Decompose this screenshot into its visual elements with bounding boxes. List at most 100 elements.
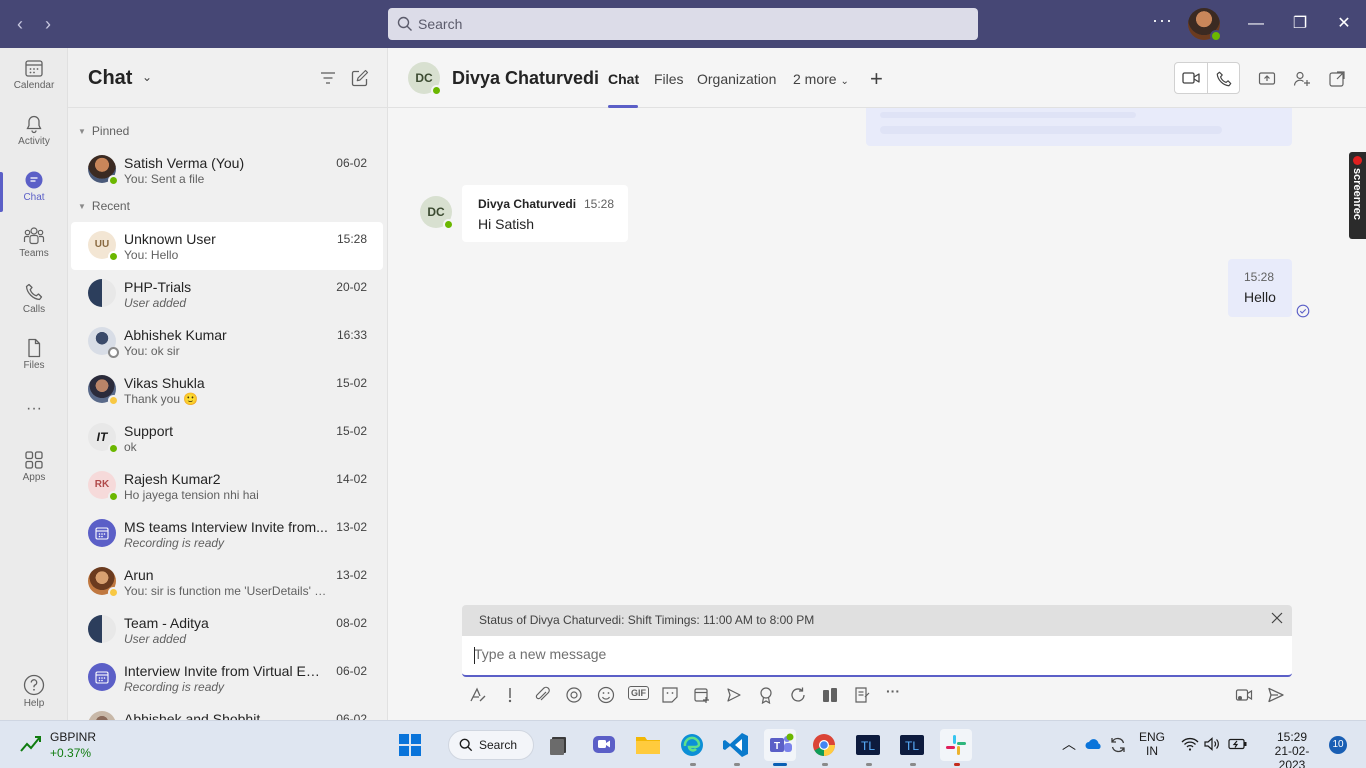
- loop-icon[interactable]: [565, 686, 583, 704]
- rail-teams[interactable]: Teams: [0, 226, 68, 278]
- incoming-message[interactable]: Divya Chaturvedi 15:28 Hi Satish: [462, 185, 628, 242]
- message-input[interactable]: [474, 646, 1274, 662]
- rail-calendar[interactable]: Calendar: [0, 58, 68, 110]
- avatar[interactable]: DC: [420, 196, 454, 230]
- attach-icon[interactable]: [533, 686, 551, 704]
- taskbar-app-edge[interactable]: [676, 729, 708, 761]
- onedrive-icon[interactable]: [1085, 737, 1103, 751]
- stock-ticker[interactable]: GBPINR: [50, 730, 96, 744]
- edge-icon: [681, 734, 703, 756]
- rail-files[interactable]: Files: [0, 338, 68, 390]
- gif-button[interactable]: GIF: [628, 686, 649, 700]
- taskbar-app-teams[interactable]: T: [764, 729, 796, 761]
- recent-section-label[interactable]: ▼ Recent: [78, 199, 130, 213]
- search-icon: [459, 738, 473, 752]
- chat-item[interactable]: Satish Verma (You) You: Sent a file 06-0…: [71, 146, 383, 194]
- message-time: 15:28: [1244, 270, 1275, 284]
- chat-item[interactable]: IT Support ok 15-02: [71, 414, 383, 462]
- minimize-button[interactable]: —: [1244, 12, 1268, 36]
- share-screen-icon[interactable]: [1258, 70, 1276, 88]
- rail-activity[interactable]: Activity: [0, 114, 68, 166]
- chat-item[interactable]: PHP-Trials User added 20-02: [71, 270, 383, 318]
- chat-item[interactable]: RK Rajesh Kumar2 Ho jayega tension nhi h…: [71, 462, 383, 510]
- volume-icon[interactable]: [1204, 737, 1220, 751]
- filter-icon[interactable]: [318, 68, 338, 88]
- chat-icon: [25, 171, 43, 189]
- notification-badge[interactable]: 10: [1329, 736, 1347, 754]
- message-text: Hello: [1244, 289, 1276, 305]
- taskbar-app-terminal-1[interactable]: TL: [852, 729, 884, 761]
- rail-chat[interactable]: Chat: [0, 170, 68, 222]
- chat-item[interactable]: Arun You: sir is function me 'UserDetail…: [71, 558, 383, 606]
- chat-item[interactable]: Abhishek Kumar You: ok sir 16:33: [71, 318, 383, 366]
- chat-preview: Recording is ready: [124, 680, 225, 694]
- chat-item[interactable]: UU Unknown User You: Hello 15:28: [71, 222, 383, 270]
- wifi-icon[interactable]: [1181, 737, 1199, 751]
- profile-avatar[interactable]: [1188, 8, 1222, 42]
- more-options-button[interactable]: ···: [1152, 10, 1173, 31]
- more-apps-button[interactable]: ···: [0, 400, 68, 424]
- approvals-icon[interactable]: [821, 686, 839, 704]
- close-icon[interactable]: [1270, 611, 1284, 625]
- chat-item[interactable]: Team - Aditya User added 08-02: [71, 606, 383, 654]
- contact-name[interactable]: Divya Chaturvedi: [452, 68, 599, 89]
- more-tools-button[interactable]: ···: [886, 683, 900, 699]
- chat-item[interactable]: Interview Invite from Virtual Em... Reco…: [71, 654, 383, 702]
- stream-icon[interactable]: [725, 686, 743, 704]
- format-icon[interactable]: [469, 686, 487, 704]
- tab-more[interactable]: 2 more ⌄: [793, 71, 849, 87]
- restore-button[interactable]: ❐: [1288, 12, 1312, 36]
- emoji-icon[interactable]: [597, 686, 615, 704]
- chat-item[interactable]: Abhishek and Shobhit 06-02: [71, 702, 383, 720]
- chevron-down-icon[interactable]: ⌄: [142, 70, 152, 84]
- avatar: [88, 567, 119, 598]
- taskbar-app-vscode[interactable]: [720, 729, 752, 761]
- praise-icon[interactable]: [757, 686, 775, 704]
- taskbar-app-explorer[interactable]: [632, 729, 664, 761]
- new-chat-icon[interactable]: [350, 68, 370, 88]
- chat-item[interactable]: Vikas Shukla Thank you 🙂 15-02: [71, 366, 383, 414]
- rail-apps[interactable]: Apps: [0, 450, 68, 502]
- send-icon[interactable]: [1267, 686, 1285, 704]
- video-call-icon[interactable]: [1182, 70, 1200, 86]
- priority-icon[interactable]: [501, 686, 519, 704]
- taskbar-app-chrome[interactable]: [808, 729, 840, 761]
- notes-icon[interactable]: [853, 686, 871, 704]
- forward-arrow-icon[interactable]: ›: [38, 14, 58, 34]
- taskbar-search[interactable]: Search: [448, 730, 534, 760]
- avatar[interactable]: DC: [408, 62, 442, 96]
- clock[interactable]: 15:29 21-02-2023: [1262, 730, 1322, 768]
- tab-organization[interactable]: Organization: [697, 71, 776, 87]
- tab-files[interactable]: Files: [654, 71, 684, 87]
- task-view-button[interactable]: [543, 729, 575, 761]
- taskbar-app-terminal-2[interactable]: TL: [896, 729, 928, 761]
- screenrec-widget[interactable]: screenrec: [1349, 152, 1366, 239]
- chevron-up-icon[interactable]: ︿: [1062, 734, 1076, 754]
- rail-help[interactable]: Help: [0, 674, 68, 726]
- stock-chart-icon[interactable]: [20, 733, 42, 753]
- tab-chat[interactable]: Chat: [608, 71, 639, 87]
- battery-icon[interactable]: [1228, 737, 1248, 751]
- pinned-section-label[interactable]: ▼ Pinned: [78, 124, 129, 138]
- search-input[interactable]: Search: [388, 8, 978, 40]
- close-button[interactable]: ✕: [1332, 12, 1356, 36]
- sticker-icon[interactable]: [661, 686, 679, 704]
- schedule-meeting-icon[interactable]: [693, 686, 711, 704]
- taskbar-app-meet[interactable]: [588, 729, 620, 761]
- audio-call-icon[interactable]: [1215, 70, 1233, 88]
- back-arrow-icon[interactable]: ‹: [10, 14, 30, 34]
- add-people-icon[interactable]: [1293, 70, 1311, 88]
- outgoing-message[interactable]: 15:28 Hello: [1228, 259, 1292, 317]
- chat-item[interactable]: MS teams Interview Invite from... Record…: [71, 510, 383, 558]
- pop-out-icon[interactable]: [1328, 70, 1346, 88]
- taskbar-app-slack[interactable]: [940, 729, 972, 761]
- language-indicator[interactable]: ENG IN: [1139, 730, 1165, 758]
- add-tab-button[interactable]: +: [870, 66, 883, 92]
- rail-calls[interactable]: Calls: [0, 282, 68, 334]
- start-button[interactable]: [394, 729, 426, 761]
- compose-box[interactable]: [462, 636, 1292, 677]
- video-clip-icon[interactable]: [1235, 686, 1253, 704]
- sync-icon[interactable]: [1109, 736, 1127, 754]
- rail-label: Help: [23, 698, 45, 709]
- refresh-icon[interactable]: [789, 686, 807, 704]
